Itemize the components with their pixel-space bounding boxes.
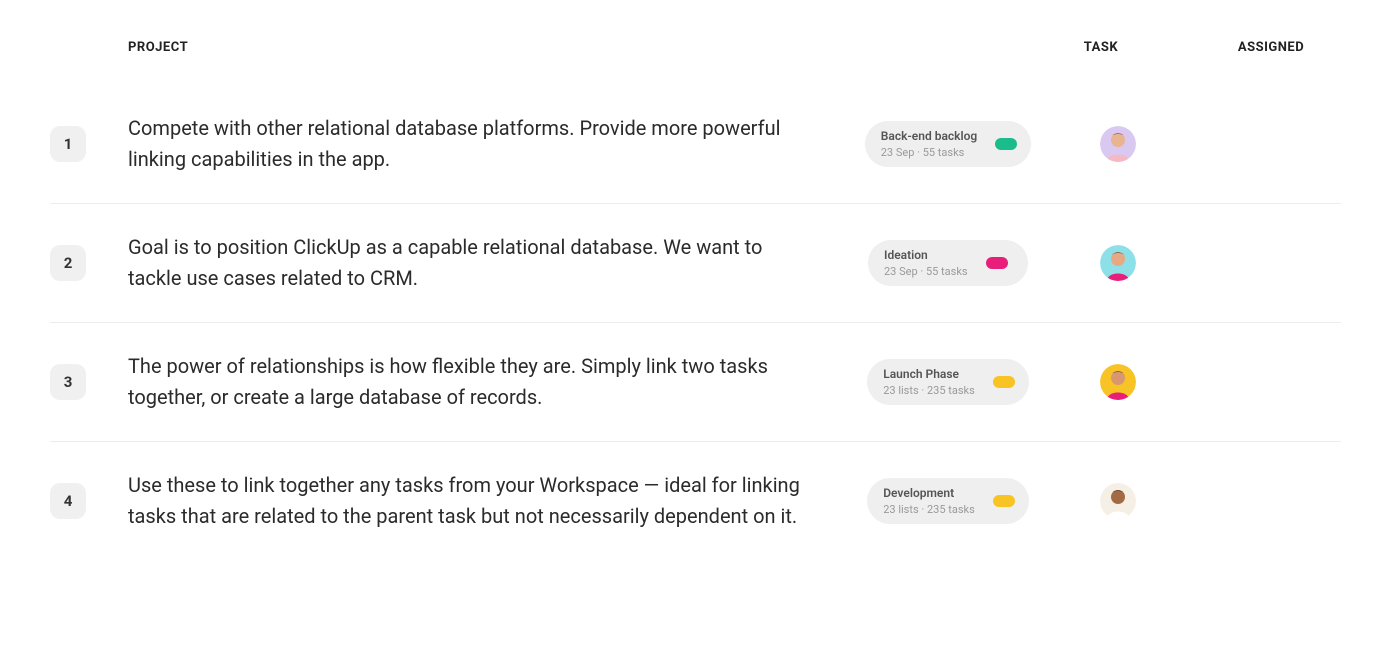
status-pill bbox=[993, 376, 1015, 388]
assigned-cell bbox=[1048, 364, 1188, 400]
header-assigned: ASSIGNED bbox=[1201, 40, 1341, 55]
row-number-badge: 3 bbox=[50, 364, 86, 400]
project-description: The power of relationships is how flexib… bbox=[128, 351, 848, 413]
task-cell: Ideation 23 Sep · 55 tasks bbox=[848, 240, 1048, 287]
table-row[interactable]: 1 Compete with other relational database… bbox=[50, 85, 1341, 204]
row-number-badge: 4 bbox=[50, 483, 86, 519]
task-meta: 23 Sep · 55 tasks bbox=[881, 146, 977, 160]
project-description: Goal is to position ClickUp as a capable… bbox=[128, 232, 848, 294]
status-pill bbox=[986, 257, 1008, 269]
task-chip-text: Launch Phase 23 lists · 235 tasks bbox=[883, 367, 975, 398]
row-number-cell: 3 bbox=[50, 364, 128, 400]
rows-container: 1 Compete with other relational database… bbox=[50, 85, 1341, 560]
task-chip-text: Development 23 lists · 235 tasks bbox=[883, 486, 975, 517]
avatar[interactable] bbox=[1100, 245, 1136, 281]
table-header: PROJECT TASK ASSIGNED bbox=[50, 20, 1341, 85]
assigned-cell bbox=[1048, 483, 1188, 519]
project-description: Compete with other relational database p… bbox=[128, 113, 848, 175]
task-meta: 23 Sep · 55 tasks bbox=[884, 265, 968, 279]
table-row[interactable]: 3 The power of relationships is how flex… bbox=[50, 323, 1341, 442]
row-number-cell: 2 bbox=[50, 245, 128, 281]
task-chip[interactable]: Back-end backlog 23 Sep · 55 tasks bbox=[865, 121, 1031, 168]
task-title: Ideation bbox=[884, 248, 968, 263]
row-number-badge: 1 bbox=[50, 126, 86, 162]
task-chip[interactable]: Launch Phase 23 lists · 235 tasks bbox=[867, 359, 1029, 406]
task-cell: Development 23 lists · 235 tasks bbox=[848, 478, 1048, 525]
header-task: TASK bbox=[1001, 40, 1201, 55]
row-number-cell: 4 bbox=[50, 483, 128, 519]
task-title: Back-end backlog bbox=[881, 129, 977, 144]
assigned-cell bbox=[1048, 126, 1188, 162]
avatar[interactable] bbox=[1100, 364, 1136, 400]
task-meta: 23 lists · 235 tasks bbox=[883, 384, 975, 398]
task-cell: Launch Phase 23 lists · 235 tasks bbox=[848, 359, 1048, 406]
task-title: Launch Phase bbox=[883, 367, 975, 382]
status-pill bbox=[993, 495, 1015, 507]
project-description: Use these to link together any tasks fro… bbox=[128, 470, 848, 532]
task-title: Development bbox=[883, 486, 975, 501]
row-number-badge: 2 bbox=[50, 245, 86, 281]
assigned-cell bbox=[1048, 245, 1188, 281]
task-chip-text: Back-end backlog 23 Sep · 55 tasks bbox=[881, 129, 977, 160]
task-cell: Back-end backlog 23 Sep · 55 tasks bbox=[848, 121, 1048, 168]
task-chip[interactable]: Ideation 23 Sep · 55 tasks bbox=[868, 240, 1028, 287]
task-chip-text: Ideation 23 Sep · 55 tasks bbox=[884, 248, 968, 279]
avatar[interactable] bbox=[1100, 483, 1136, 519]
status-pill bbox=[995, 138, 1017, 150]
row-number-cell: 1 bbox=[50, 126, 128, 162]
table-row[interactable]: 2 Goal is to position ClickUp as a capab… bbox=[50, 204, 1341, 323]
table-row[interactable]: 4 Use these to link together any tasks f… bbox=[50, 442, 1341, 560]
header-project: PROJECT bbox=[128, 40, 1001, 55]
avatar[interactable] bbox=[1100, 126, 1136, 162]
task-meta: 23 lists · 235 tasks bbox=[883, 503, 975, 517]
task-chip[interactable]: Development 23 lists · 235 tasks bbox=[867, 478, 1029, 525]
